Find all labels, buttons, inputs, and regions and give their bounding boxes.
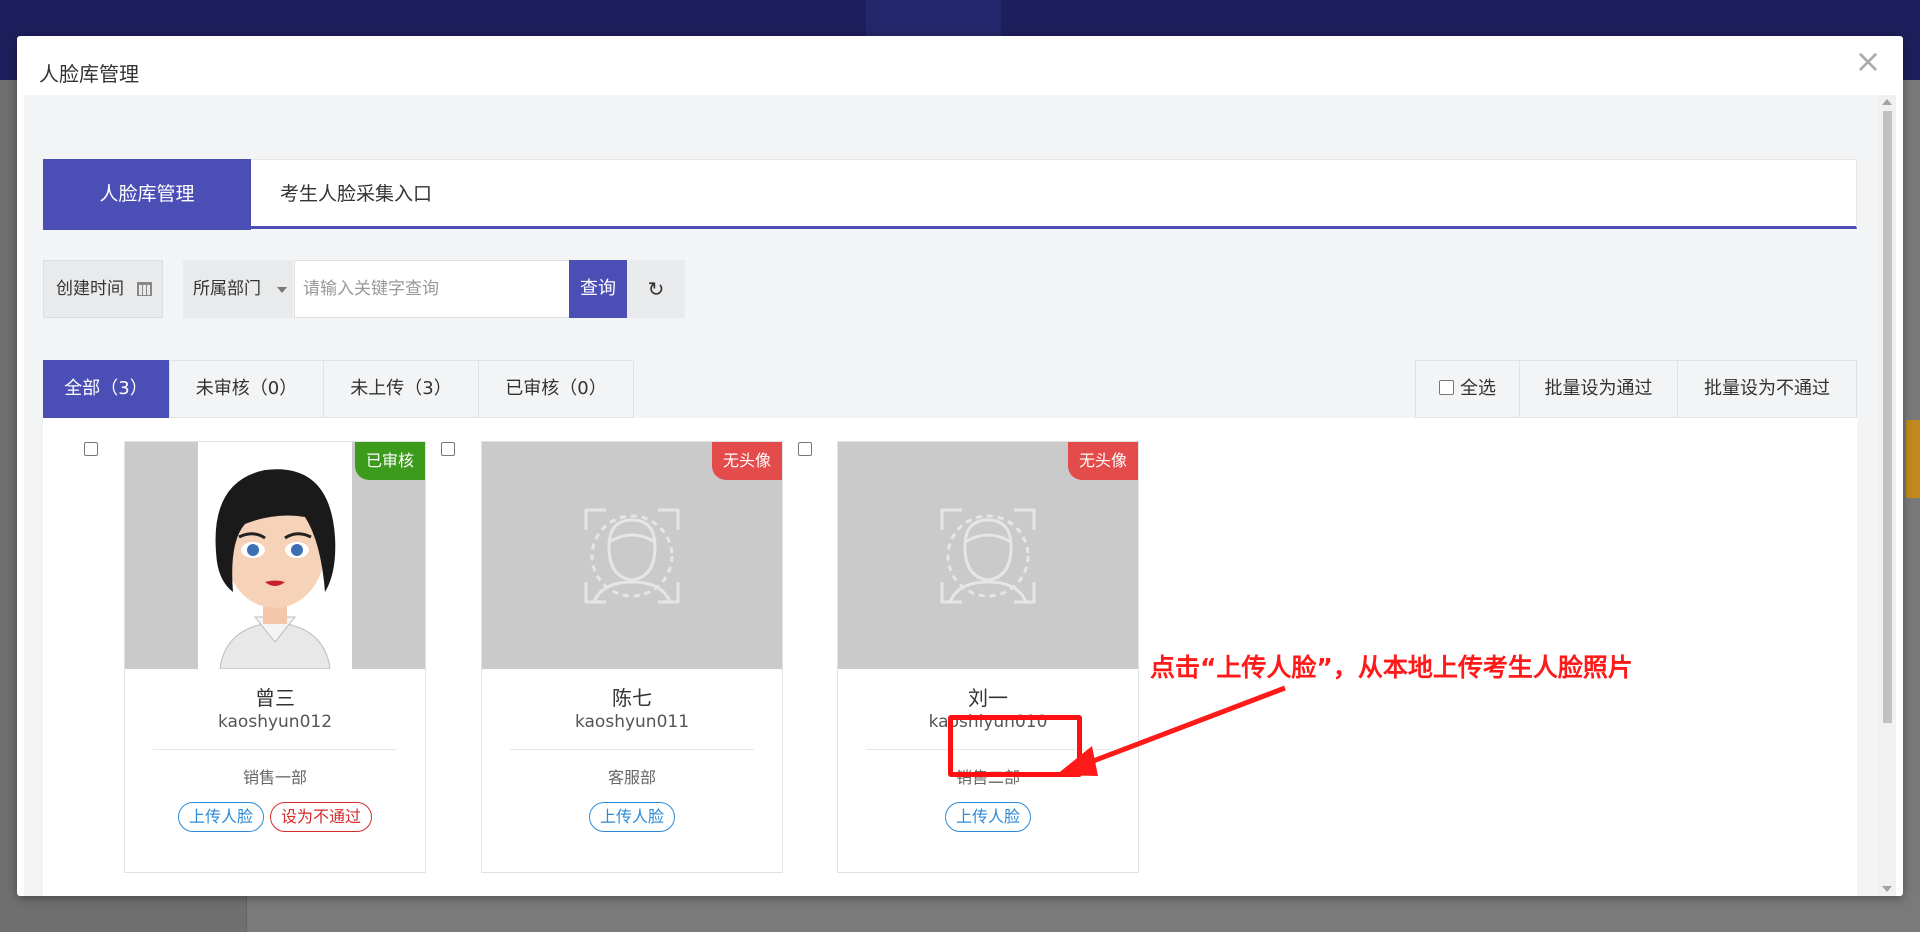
close-icon[interactable]: × (1853, 45, 1883, 77)
status-badge: 已审核 (354, 442, 425, 480)
face-library-modal: 人脸库管理 × 人脸库管理 考生人脸采集入口 创建时间 所属部门 查询 ↻ 全部… (17, 36, 1903, 896)
divider (510, 749, 754, 750)
upload-face-button[interactable]: 上传人脸 (177, 802, 264, 832)
status-tab-unreviewed[interactable]: 未审核（0） (169, 360, 324, 418)
tab-face-library[interactable]: 人脸库管理 (43, 159, 251, 230)
status-tab-all[interactable]: 全部（3） (43, 360, 169, 418)
face-card: 已审核 曾三 kaoshyun012 销售一部 上传人脸 设为不通过 (124, 441, 426, 873)
background-side-tab (1906, 420, 1920, 498)
card-checkbox[interactable] (798, 442, 812, 456)
status-badge: 无头像 (1067, 442, 1138, 480)
search-input[interactable] (294, 260, 573, 318)
divider (153, 749, 397, 750)
status-filter-bar: 全部（3） 未审核（0） 未上传（3） 已审核（0） 全选 批量设为通过 批量设… (43, 360, 1857, 418)
tab-face-collection-entry[interactable]: 考生人脸采集入口 (252, 159, 460, 230)
card-actions: 上传人脸 (482, 802, 782, 832)
query-button[interactable]: 查询 (569, 260, 627, 318)
batch-reject-button[interactable]: 批量设为不通过 (1677, 360, 1857, 418)
refresh-icon[interactable]: ↻ (627, 260, 685, 318)
batch-pass-button[interactable]: 批量设为通过 (1519, 360, 1678, 418)
annotation-highlight-box (948, 715, 1082, 777)
scroll-up-icon[interactable] (1882, 99, 1892, 105)
main-tabs: 人脸库管理 考生人脸采集入口 (43, 159, 1857, 230)
scrollbar[interactable] (1878, 95, 1896, 896)
status-tab-not-uploaded[interactable]: 未上传（3） (323, 360, 479, 418)
created-time-label: 创建时间 (56, 279, 124, 299)
checkbox-icon (1439, 380, 1454, 395)
department-select[interactable]: 所属部门 (183, 260, 293, 318)
annotation-text: 点击“上传人脸”，从本地上传考生人脸照片 (1150, 653, 1633, 682)
card-actions: 上传人脸 设为不通过 (125, 802, 425, 832)
select-all-label: 全选 (1460, 378, 1496, 399)
scrollbar-thumb[interactable] (1883, 111, 1892, 723)
face-card: 无头像 刘一 kaoshiyun010 销售二部 上传人脸 (837, 441, 1139, 873)
card-checkbox[interactable] (84, 442, 98, 456)
card-name: 刘一 (968, 686, 1008, 710)
chevron-down-icon (277, 287, 287, 293)
card-account: kaoshyun012 (217, 712, 333, 732)
card-name: 曾三 (255, 686, 295, 710)
scroll-down-icon[interactable] (1882, 886, 1892, 892)
select-all-checkbox[interactable]: 全选 (1415, 360, 1520, 418)
card-department: 销售一部 (242, 768, 307, 787)
card-account: kaoshyun011 (574, 712, 690, 732)
set-reject-button[interactable]: 设为不通过 (270, 802, 373, 832)
face-card: 无头像 陈七 kaoshyun011 客服部 上传人脸 (481, 441, 783, 873)
modal-body: 人脸库管理 考生人脸采集入口 创建时间 所属部门 查询 ↻ 全部（3） 未审核（… (24, 95, 1880, 896)
upload-face-button[interactable]: 上传人脸 (588, 802, 675, 832)
card-name: 陈七 (612, 686, 652, 710)
calendar-icon (137, 282, 152, 296)
card-department: 客服部 (607, 768, 656, 787)
created-time-filter[interactable]: 创建时间 (43, 260, 163, 318)
upload-face-button[interactable]: 上传人脸 (944, 802, 1031, 832)
card-actions: 上传人脸 (838, 802, 1138, 832)
status-tab-reviewed[interactable]: 已审核（0） (478, 360, 634, 418)
modal-title: 人脸库管理 (39, 62, 139, 86)
card-checkbox[interactable] (441, 442, 455, 456)
department-label: 所属部门 (193, 279, 261, 299)
status-badge: 无头像 (711, 442, 782, 480)
